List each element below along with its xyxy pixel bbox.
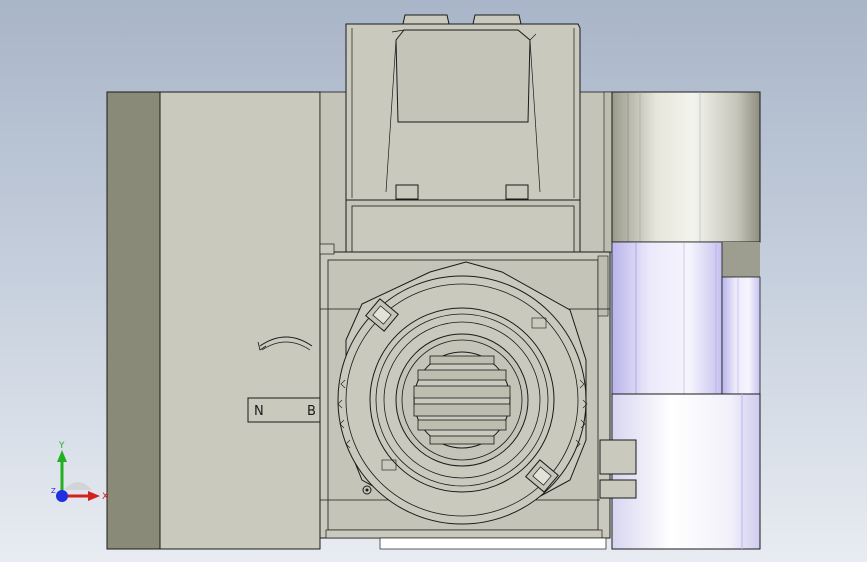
lens-aperture bbox=[413, 351, 511, 449]
body-right-edge bbox=[603, 91, 613, 253]
right-cylinder-upper bbox=[611, 91, 761, 243]
camera-model[interactable]: N B bbox=[0, 0, 867, 562]
x-axis-label: X bbox=[102, 492, 108, 502]
y-axis-label: Y bbox=[58, 441, 65, 451]
z-axis-marker bbox=[56, 490, 68, 502]
hood-clip-right bbox=[505, 184, 529, 200]
mode-label-b: B bbox=[307, 404, 316, 419]
hood-tab-left bbox=[402, 14, 450, 25]
axis-triad: Y X Z bbox=[51, 441, 108, 502]
hood-tab-right bbox=[472, 14, 522, 25]
z-axis-arc bbox=[64, 482, 92, 490]
right-cylinder-middle bbox=[611, 241, 723, 395]
main-body bbox=[159, 91, 321, 550]
mode-label-n: N bbox=[254, 404, 264, 419]
side-latch bbox=[599, 439, 637, 475]
cad-viewport[interactable]: N B Y X Z bbox=[0, 0, 867, 562]
z-axis-label: Z bbox=[51, 487, 56, 495]
hood-window bbox=[395, 29, 531, 123]
hood-clip-left bbox=[395, 184, 419, 200]
